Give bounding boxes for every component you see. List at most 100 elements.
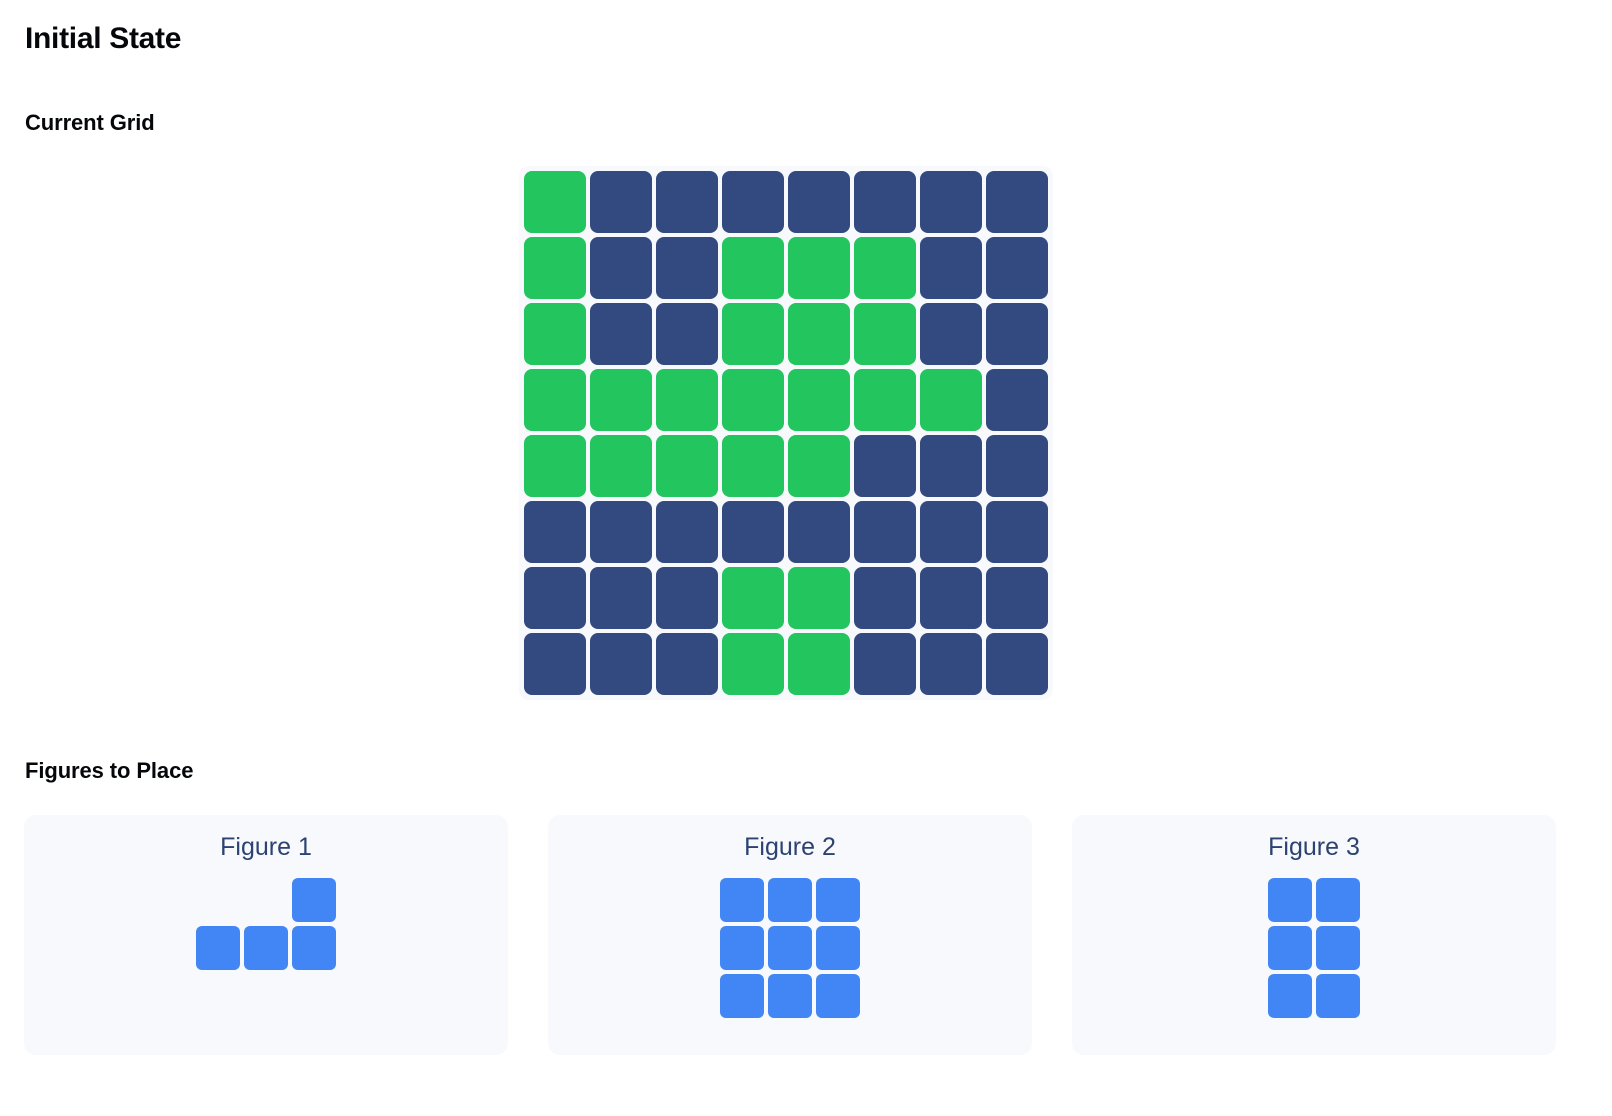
- grid-cell-r8-c7[interactable]: [920, 633, 982, 695]
- grid-cell-r4-c6[interactable]: [854, 369, 916, 431]
- grid-cell-r5-c6[interactable]: [854, 435, 916, 497]
- current-grid-heading: Current Grid: [25, 110, 155, 135]
- figure-label-1: Figure 1: [220, 833, 312, 861]
- figure-3-cell-r3-c1[interactable]: [1268, 974, 1312, 1018]
- grid-cell-r7-c8[interactable]: [986, 567, 1048, 629]
- grid-cell-r8-c8[interactable]: [986, 633, 1048, 695]
- grid-cell-r2-c8[interactable]: [986, 237, 1048, 299]
- grid-cell-r7-c2[interactable]: [590, 567, 652, 629]
- figure-shape-1: [196, 878, 336, 970]
- grid-cell-r5-c4[interactable]: [722, 435, 784, 497]
- figure-1-cell-r1-c3[interactable]: [292, 878, 336, 922]
- grid-cell-r6-c7[interactable]: [920, 501, 982, 563]
- grid-cell-r8-c1[interactable]: [524, 633, 586, 695]
- grid-cell-r5-c7[interactable]: [920, 435, 982, 497]
- figure-shape-2: [720, 878, 860, 1018]
- grid-cell-r1-c4[interactable]: [722, 171, 784, 233]
- figure-1-cell-r2-c3[interactable]: [292, 926, 336, 970]
- grid-cell-r6-c6[interactable]: [854, 501, 916, 563]
- grid-cell-r2-c2[interactable]: [590, 237, 652, 299]
- grid-cell-r3-c2[interactable]: [590, 303, 652, 365]
- grid-cell-r6-c4[interactable]: [722, 501, 784, 563]
- grid-cell-r1-c6[interactable]: [854, 171, 916, 233]
- grid-container: [0, 166, 1572, 700]
- grid-cell-r4-c1[interactable]: [524, 369, 586, 431]
- figure-2-cell-r3-c2[interactable]: [768, 974, 812, 1018]
- figure-2-cell-r1-c3[interactable]: [816, 878, 860, 922]
- figure-3-cell-r1-c1[interactable]: [1268, 878, 1312, 922]
- grid-cell-r7-c7[interactable]: [920, 567, 982, 629]
- figures-to-place-heading: Figures to Place: [25, 758, 194, 783]
- figures-list: Figure 1 Figure 2 Figure 3: [24, 815, 1556, 1055]
- figure-label-3: Figure 3: [1268, 833, 1360, 861]
- grid-cell-r7-c1[interactable]: [524, 567, 586, 629]
- grid-cell-r5-c1[interactable]: [524, 435, 586, 497]
- grid-cell-r2-c6[interactable]: [854, 237, 916, 299]
- grid-cell-r7-c6[interactable]: [854, 567, 916, 629]
- grid-cell-r8-c4[interactable]: [722, 633, 784, 695]
- grid-cell-r1-c7[interactable]: [920, 171, 982, 233]
- grid-cell-r4-c2[interactable]: [590, 369, 652, 431]
- grid-cell-r6-c3[interactable]: [656, 501, 718, 563]
- grid-cell-r2-c7[interactable]: [920, 237, 982, 299]
- grid-cell-r3-c4[interactable]: [722, 303, 784, 365]
- figure-2-cell-r2-c2[interactable]: [768, 926, 812, 970]
- grid-cell-r4-c8[interactable]: [986, 369, 1048, 431]
- grid-cell-r3-c1[interactable]: [524, 303, 586, 365]
- grid-cell-r6-c1[interactable]: [524, 501, 586, 563]
- grid-cell-r2-c1[interactable]: [524, 237, 586, 299]
- grid-cell-r8-c5[interactable]: [788, 633, 850, 695]
- grid-cell-r1-c2[interactable]: [590, 171, 652, 233]
- figure-2-cell-r3-c1[interactable]: [720, 974, 764, 1018]
- figure-label-2: Figure 2: [744, 833, 836, 861]
- figure-3-cell-r3-c2[interactable]: [1316, 974, 1360, 1018]
- figure-card-3[interactable]: Figure 3: [1072, 815, 1556, 1055]
- grid-cell-r4-c4[interactable]: [722, 369, 784, 431]
- grid-cell-r5-c5[interactable]: [788, 435, 850, 497]
- page-title: Initial State: [25, 22, 182, 55]
- grid-cell-r3-c8[interactable]: [986, 303, 1048, 365]
- grid-cell-r3-c6[interactable]: [854, 303, 916, 365]
- figure-2-cell-r2-c3[interactable]: [816, 926, 860, 970]
- grid-cell-r3-c3[interactable]: [656, 303, 718, 365]
- grid-cell-r2-c3[interactable]: [656, 237, 718, 299]
- figure-2-cell-r1-c1[interactable]: [720, 878, 764, 922]
- figure-3-cell-r1-c2[interactable]: [1316, 878, 1360, 922]
- figure-2-cell-r1-c2[interactable]: [768, 878, 812, 922]
- figure-2-cell-r3-c3[interactable]: [816, 974, 860, 1018]
- grid-cell-r1-c1[interactable]: [524, 171, 586, 233]
- grid-cell-r8-c3[interactable]: [656, 633, 718, 695]
- grid-cell-r1-c3[interactable]: [656, 171, 718, 233]
- grid-cell-r7-c4[interactable]: [722, 567, 784, 629]
- grid-cell-r2-c4[interactable]: [722, 237, 784, 299]
- grid-cell-r2-c5[interactable]: [788, 237, 850, 299]
- grid-cell-r5-c3[interactable]: [656, 435, 718, 497]
- current-grid[interactable]: [519, 166, 1053, 700]
- grid-cell-r6-c8[interactable]: [986, 501, 1048, 563]
- figure-2-cell-r2-c1[interactable]: [720, 926, 764, 970]
- figure-card-2[interactable]: Figure 2: [548, 815, 1032, 1055]
- page-root: Initial State Current Grid Figures to Pl…: [0, 0, 1612, 1116]
- grid-cell-r1-c8[interactable]: [986, 171, 1048, 233]
- figure-1-cell-r2-c1[interactable]: [196, 926, 240, 970]
- figure-3-cell-r2-c1[interactable]: [1268, 926, 1312, 970]
- grid-cell-r4-c7[interactable]: [920, 369, 982, 431]
- figure-card-1[interactable]: Figure 1: [24, 815, 508, 1055]
- grid-cell-r3-c7[interactable]: [920, 303, 982, 365]
- figure-1-cell-r2-c2[interactable]: [244, 926, 288, 970]
- grid-cell-r5-c2[interactable]: [590, 435, 652, 497]
- grid-cell-r8-c6[interactable]: [854, 633, 916, 695]
- grid-cell-r6-c2[interactable]: [590, 501, 652, 563]
- figure-3-cell-r2-c2[interactable]: [1316, 926, 1360, 970]
- grid-cell-r3-c5[interactable]: [788, 303, 850, 365]
- grid-cell-r5-c8[interactable]: [986, 435, 1048, 497]
- grid-cell-r7-c3[interactable]: [656, 567, 718, 629]
- grid-cell-r1-c5[interactable]: [788, 171, 850, 233]
- grid-cell-r4-c3[interactable]: [656, 369, 718, 431]
- grid-cell-r4-c5[interactable]: [788, 369, 850, 431]
- grid-cell-r8-c2[interactable]: [590, 633, 652, 695]
- grid-cell-r7-c5[interactable]: [788, 567, 850, 629]
- figure-shape-3: [1268, 878, 1360, 1018]
- grid-cell-r6-c5[interactable]: [788, 501, 850, 563]
- figure-1-cell-r1-c2: [244, 878, 288, 922]
